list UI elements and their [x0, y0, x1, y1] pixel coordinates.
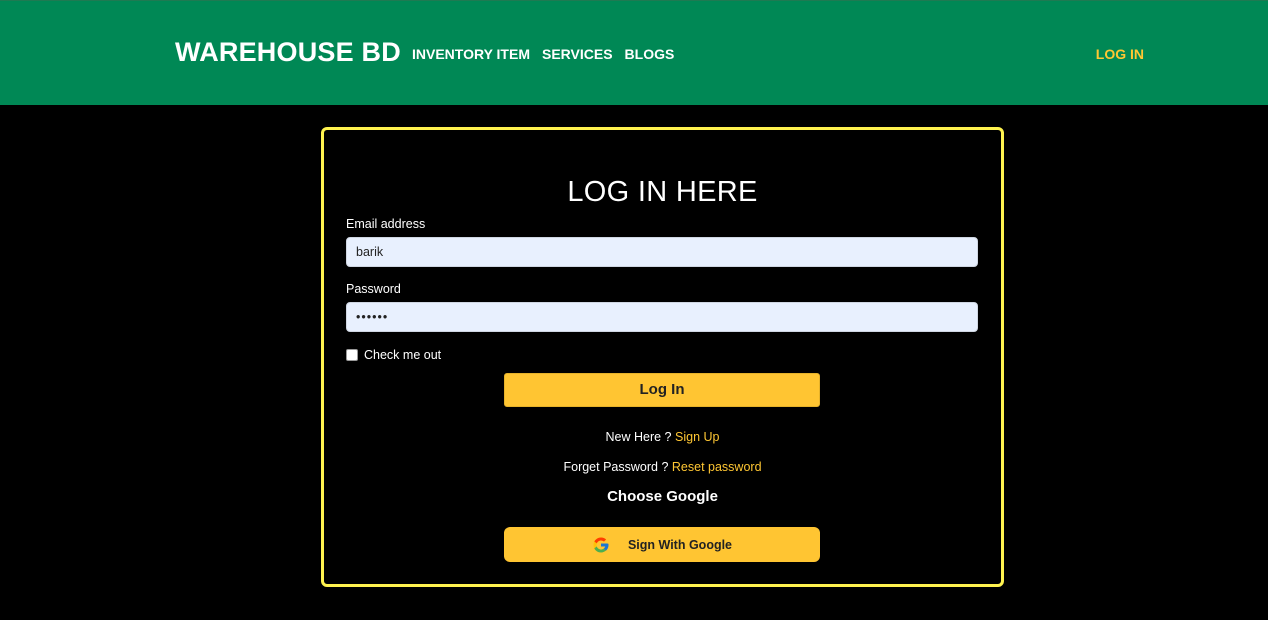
login-title: LOG IN HERE — [567, 176, 758, 208]
signup-link[interactable]: Sign Up — [675, 430, 719, 444]
password-field[interactable] — [346, 302, 978, 332]
email-field[interactable] — [346, 237, 978, 267]
reset-password-link[interactable]: Reset password — [672, 460, 762, 474]
nav-inventory-item[interactable]: INVENTORY ITEM — [412, 46, 530, 62]
top-navbar: WAREHOUSE BD INVENTORY ITEM SERVICES BLO… — [0, 0, 1268, 105]
signup-line: New Here ? Sign Up — [324, 430, 1001, 444]
login-submit-button[interactable]: Log In — [504, 373, 820, 407]
google-signin-button[interactable]: Sign With Google — [504, 527, 820, 562]
choose-google-heading: Choose Google — [607, 488, 718, 505]
new-here-text: New Here ? — [605, 430, 672, 444]
email-label: Email address — [346, 217, 426, 231]
google-button-label: Sign With Google — [627, 537, 733, 552]
google-g-icon — [593, 537, 609, 552]
nav-services[interactable]: SERVICES — [542, 46, 613, 62]
nav-blogs[interactable]: BLOGS — [625, 46, 675, 62]
forget-password-text: Forget Password ? — [563, 460, 669, 474]
check-me-out-checkbox[interactable] — [346, 349, 358, 361]
remember-row: Check me out — [346, 348, 441, 362]
nav-login-link[interactable]: LOG IN — [1096, 46, 1144, 62]
brand-logo[interactable]: WAREHOUSE BD — [175, 37, 401, 68]
password-label: Password — [346, 282, 401, 296]
login-card: LOG IN HERE Email address Password Check… — [321, 127, 1004, 587]
check-me-out-label: Check me out — [364, 348, 442, 362]
reset-line: Forget Password ? Reset password — [324, 460, 1001, 474]
main-nav: INVENTORY ITEM SERVICES BLOGS — [412, 46, 674, 62]
